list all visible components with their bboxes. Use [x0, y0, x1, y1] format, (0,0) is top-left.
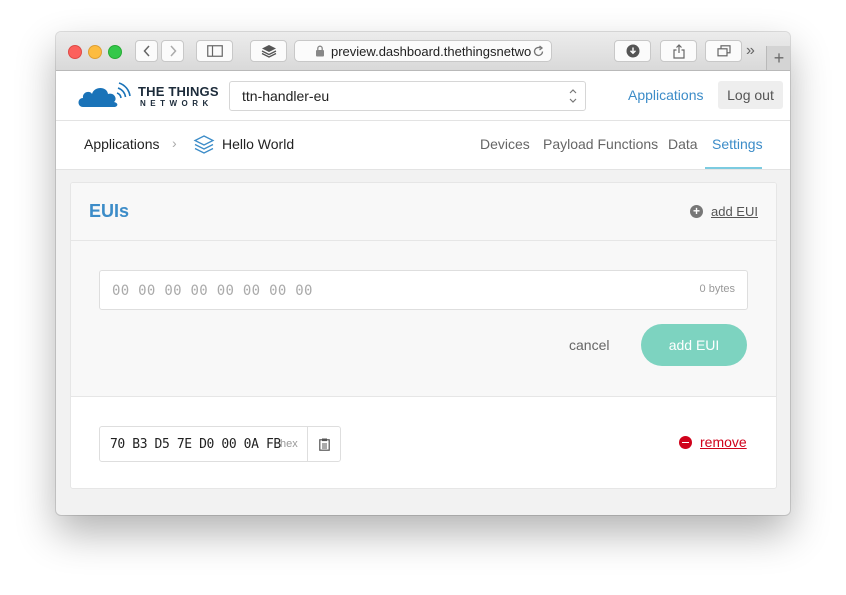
browser-window: preview.dashboard.thethingsnetwo » + THE…: [56, 32, 790, 515]
euis-card-header: EUIs + add EUI: [71, 183, 776, 241]
eui-value-field: 70 B3 D5 7E D0 00 0A FB hex: [99, 426, 341, 462]
logo-subtext: NETWORK: [140, 99, 213, 108]
tabs-overview-button[interactable]: [705, 40, 742, 62]
share-icon: [672, 43, 685, 59]
back-button[interactable]: [135, 40, 158, 62]
add-eui-link[interactable]: + add EUI: [690, 204, 758, 219]
sidebar-toggle-button[interactable]: [196, 40, 233, 62]
tab-devices[interactable]: Devices: [480, 136, 530, 152]
close-window-button[interactable]: [68, 45, 82, 59]
header-applications-link[interactable]: Applications: [628, 87, 704, 103]
byte-count: 0 bytes: [699, 283, 735, 295]
tab-settings[interactable]: Settings: [712, 136, 763, 152]
euis-card: EUIs + add EUI 00 00 00 00 00 00 00 00 0…: [70, 182, 777, 489]
add-eui-form: 00 00 00 00 00 00 00 00 0 bytes cancel a…: [71, 241, 776, 397]
add-eui-submit-button[interactable]: add EUI: [641, 324, 747, 366]
share-button[interactable]: [660, 40, 697, 62]
browser-toolbar: preview.dashboard.thethingsnetwo » +: [56, 32, 790, 71]
logo-text: THE THINGS: [138, 84, 219, 99]
logout-button[interactable]: Log out: [718, 81, 783, 109]
cancel-button[interactable]: cancel: [569, 337, 609, 353]
eui-format-label: hex: [280, 438, 298, 450]
zoom-window-button[interactable]: [108, 45, 122, 59]
breadcrumb-applications[interactable]: Applications: [84, 136, 160, 152]
reload-icon[interactable]: [532, 45, 545, 58]
tab-payload-functions[interactable]: Payload Functions: [543, 136, 658, 152]
toolbar-overflow-icon[interactable]: »: [746, 42, 755, 60]
active-tab-indicator: [705, 167, 762, 169]
eui-input-placeholder: 00 00 00 00 00 00 00 00: [112, 283, 313, 299]
plus-circle-icon: +: [690, 205, 703, 218]
minimize-window-button[interactable]: [88, 45, 102, 59]
euis-title: EUIs: [89, 201, 130, 221]
sidebar-icon: [206, 45, 223, 57]
handler-select-value: ttn-handler-eu: [242, 88, 330, 104]
minus-circle-icon: [679, 435, 692, 449]
downloads-button[interactable]: [614, 40, 651, 62]
address-bar[interactable]: preview.dashboard.thethingsnetwo: [294, 40, 552, 62]
ttn-logo-icon[interactable]: [77, 81, 131, 109]
lock-icon: [316, 45, 324, 57]
handler-select[interactable]: ttn-handler-eu: [229, 81, 586, 111]
eui-value: 70 B3 D5 7E D0 00 0A FB: [110, 437, 281, 452]
breadcrumb-current-app[interactable]: Hello World: [222, 136, 294, 152]
add-eui-link-label: add EUI: [711, 204, 758, 219]
forward-button[interactable]: [161, 40, 184, 62]
copy-button[interactable]: [307, 427, 340, 461]
tab-data[interactable]: Data: [668, 136, 698, 152]
remove-eui-link[interactable]: remove: [679, 434, 747, 450]
tabs-icon: [716, 45, 731, 57]
chevron-left-icon: [142, 45, 150, 57]
chevron-right-icon: [169, 45, 177, 57]
eui-input[interactable]: 00 00 00 00 00 00 00 00 0 bytes: [99, 270, 748, 310]
application-stack-icon: [193, 135, 215, 154]
app-header: THE THINGS NETWORK ttn-handler-eu Applic…: [56, 71, 790, 121]
url-text: preview.dashboard.thethingsnetwo: [331, 43, 532, 59]
layers-extension-button[interactable]: [250, 40, 287, 62]
layers-icon: [261, 45, 276, 58]
breadcrumb-separator: ›: [172, 135, 177, 151]
remove-eui-label: remove: [700, 434, 747, 450]
new-tab-button[interactable]: +: [766, 46, 790, 70]
select-arrows-icon: [569, 87, 577, 107]
download-icon: [626, 44, 639, 58]
clipboard-icon: [318, 438, 330, 451]
sub-navigation: Applications › Hello World Devices Paylo…: [56, 121, 790, 170]
